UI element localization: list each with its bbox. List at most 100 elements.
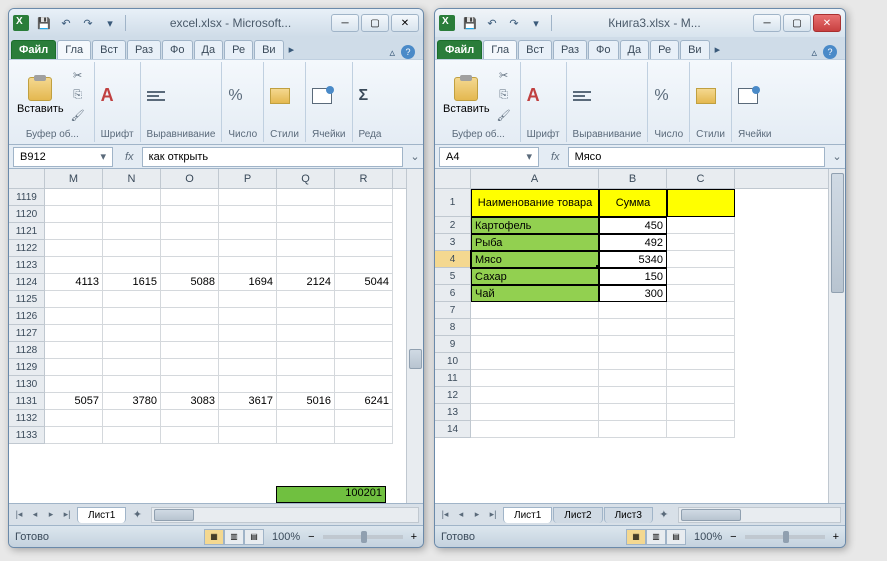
tab-view[interactable]: Ви bbox=[254, 40, 283, 59]
undo-icon[interactable]: ↶ bbox=[57, 14, 75, 32]
row-header[interactable]: 1120 bbox=[9, 206, 44, 223]
col-header[interactable]: P bbox=[219, 169, 277, 188]
row-header[interactable]: 1123 bbox=[9, 257, 44, 274]
cell[interactable]: 5016 bbox=[277, 393, 335, 410]
maximize-button[interactable]: ▢ bbox=[783, 14, 811, 32]
select-all-corner[interactable] bbox=[435, 169, 471, 189]
maximize-button[interactable]: ▢ bbox=[361, 14, 389, 32]
tab-data[interactable]: Да bbox=[620, 40, 650, 59]
row-header[interactable]: 1125 bbox=[9, 291, 44, 308]
row-header[interactable]: 1132 bbox=[9, 410, 44, 427]
zoom-in-icon[interactable]: + bbox=[833, 531, 839, 543]
number-button[interactable]: % bbox=[654, 87, 668, 105]
cell[interactable]: Картофель bbox=[471, 217, 599, 234]
header-cell[interactable]: Наименование товара bbox=[471, 189, 599, 217]
zoom-in-icon[interactable]: + bbox=[411, 531, 417, 543]
header-cell[interactable] bbox=[667, 189, 735, 217]
cells-button[interactable] bbox=[738, 88, 758, 104]
minimize-ribbon-icon[interactable]: ▵ bbox=[811, 46, 817, 59]
formula-input[interactable]: Мясо bbox=[568, 147, 825, 167]
tab-insert[interactable]: Вст bbox=[518, 40, 552, 59]
fx-button[interactable]: fx bbox=[551, 151, 560, 163]
save-icon[interactable]: 💾 bbox=[35, 14, 53, 32]
col-header[interactable]: A bbox=[471, 169, 599, 188]
page-break-icon[interactable]: ▤ bbox=[666, 529, 686, 545]
new-sheet-icon[interactable]: ✦ bbox=[654, 508, 674, 521]
zoom-slider[interactable] bbox=[745, 535, 825, 539]
cell[interactable]: 150 bbox=[599, 268, 667, 285]
close-button[interactable]: ✕ bbox=[813, 14, 841, 32]
row-header[interactable]: 9 bbox=[435, 336, 470, 353]
horizontal-scrollbar[interactable] bbox=[151, 507, 419, 523]
minimize-ribbon-icon[interactable]: ▵ bbox=[389, 46, 395, 59]
row-header[interactable]: 1126 bbox=[9, 308, 44, 325]
prev-sheet-icon[interactable]: ◂ bbox=[27, 507, 43, 523]
row-header[interactable]: 4 bbox=[435, 251, 470, 268]
titlebar[interactable]: 💾 ↶ ↷ ▾ Книга3.xlsx - M... ─ ▢ ✕ bbox=[435, 9, 845, 37]
undo-icon[interactable]: ↶ bbox=[483, 14, 501, 32]
row-header[interactable]: 6 bbox=[435, 285, 470, 302]
cut-icon[interactable]: ✂ bbox=[494, 67, 514, 85]
col-header[interactable]: O bbox=[161, 169, 219, 188]
col-header[interactable]: N bbox=[103, 169, 161, 188]
zoom-level[interactable]: 100% bbox=[272, 531, 300, 543]
row-header[interactable]: 1121 bbox=[9, 223, 44, 240]
cell[interactable]: 5044 bbox=[335, 274, 393, 291]
row-header[interactable]: 1119 bbox=[9, 189, 44, 206]
tab-home[interactable]: Гла bbox=[57, 40, 91, 59]
close-button[interactable]: ✕ bbox=[391, 14, 419, 32]
paste-button[interactable]: Вставить bbox=[443, 77, 490, 115]
normal-view-icon[interactable]: ▦ bbox=[204, 529, 224, 545]
tab-insert[interactable]: Вст bbox=[92, 40, 126, 59]
styles-button[interactable] bbox=[696, 88, 716, 104]
zoom-out-icon[interactable]: − bbox=[308, 531, 314, 543]
font-button[interactable]: A bbox=[527, 85, 540, 106]
cell[interactable]: 3617 bbox=[219, 393, 277, 410]
autosum-icon[interactable]: Σ bbox=[359, 87, 369, 105]
cell[interactable]: 6241 bbox=[335, 393, 393, 410]
col-header[interactable]: M bbox=[45, 169, 103, 188]
copy-icon[interactable]: ⎘ bbox=[68, 87, 88, 105]
cell[interactable]: 300 bbox=[599, 285, 667, 302]
cell[interactable]: 3083 bbox=[161, 393, 219, 410]
cell[interactable]: 492 bbox=[599, 234, 667, 251]
help-icon[interactable]: ? bbox=[823, 45, 837, 59]
row-header[interactable]: 1131 bbox=[9, 393, 44, 410]
format-painter-icon[interactable]: 🖌 bbox=[494, 107, 514, 125]
row-header[interactable]: 1124 bbox=[9, 274, 44, 291]
first-sheet-icon[interactable]: |◂ bbox=[437, 507, 453, 523]
copy-icon[interactable]: ⎘ bbox=[494, 87, 514, 105]
row-header[interactable]: 5 bbox=[435, 268, 470, 285]
col-header[interactable]: R bbox=[335, 169, 393, 188]
qat-more-icon[interactable]: ▾ bbox=[527, 14, 545, 32]
row-header[interactable]: 1129 bbox=[9, 359, 44, 376]
row-header[interactable]: 1122 bbox=[9, 240, 44, 257]
cell[interactable]: 3780 bbox=[103, 393, 161, 410]
next-sheet-icon[interactable]: ▸ bbox=[43, 507, 59, 523]
tab-review[interactable]: Ре bbox=[650, 40, 679, 59]
row-header[interactable]: 14 bbox=[435, 421, 470, 438]
zoom-out-icon[interactable]: − bbox=[730, 531, 736, 543]
expand-formula-icon[interactable]: ⌄ bbox=[829, 150, 845, 163]
cell[interactable]: 4113 bbox=[45, 274, 103, 291]
name-box[interactable]: A4▾ bbox=[439, 147, 539, 167]
cell[interactable]: Сахар bbox=[471, 268, 599, 285]
row-header[interactable]: 1 bbox=[435, 189, 470, 217]
align-button[interactable] bbox=[147, 88, 167, 104]
tab-file[interactable]: Файл bbox=[11, 40, 56, 59]
sheet-tab[interactable]: Лист1 bbox=[503, 507, 552, 523]
page-layout-icon[interactable]: ▥ bbox=[646, 529, 666, 545]
tab-data[interactable]: Да bbox=[194, 40, 224, 59]
tab-review[interactable]: Ре bbox=[224, 40, 253, 59]
row-header[interactable]: 12 bbox=[435, 387, 470, 404]
chevron-down-icon[interactable]: ▾ bbox=[100, 150, 106, 163]
cell[interactable]: 1615 bbox=[103, 274, 161, 291]
row-header[interactable]: 10 bbox=[435, 353, 470, 370]
font-button[interactable]: A bbox=[101, 85, 114, 106]
tab-layout[interactable]: Раз bbox=[553, 40, 587, 59]
select-all-corner[interactable] bbox=[9, 169, 45, 189]
row-header[interactable]: 1130 bbox=[9, 376, 44, 393]
minimize-button[interactable]: ─ bbox=[753, 14, 781, 32]
fx-button[interactable]: fx bbox=[125, 151, 134, 163]
formula-input[interactable]: как открыть bbox=[142, 147, 403, 167]
